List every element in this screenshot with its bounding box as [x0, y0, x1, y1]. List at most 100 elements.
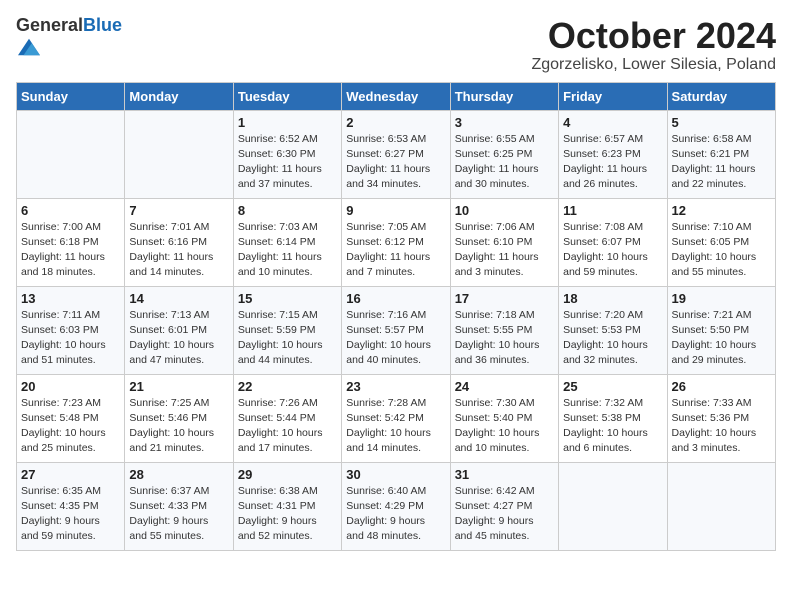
day-number: 8	[238, 203, 337, 218]
calendar-cell: 10Sunrise: 7:06 AM Sunset: 6:10 PM Dayli…	[450, 198, 558, 286]
calendar-cell: 26 Sunrise: 7:33 AM Sunset: 5:36 PM Dayli…	[667, 374, 775, 462]
day-number: 17	[455, 291, 554, 306]
calendar-cell: 30 Sunrise: 6:40 AM Sunset: 4:29 PM Dayli…	[342, 462, 450, 550]
day-number: 23	[346, 379, 445, 394]
day-detail: Sunrise: 7:30 AM Sunset: 5:40 PM Dayligh…	[455, 396, 554, 457]
calendar-cell: 27Sunrise: 6:35 AM Sunset: 4:35 PM Dayli…	[17, 462, 125, 550]
day-detail: Sunrise: 6:35 AM Sunset: 4:35 PM Dayligh…	[21, 484, 120, 545]
day-detail: Sunrise: 7:25 AM Sunset: 5:46 PM Dayligh…	[129, 396, 228, 457]
day-number: 19	[672, 291, 771, 306]
calendar-cell: 20 Sunrise: 7:23 AM Sunset: 5:48 PM Dayli…	[17, 374, 125, 462]
calendar-cell: 21 Sunrise: 7:25 AM Sunset: 5:46 PM Dayli…	[125, 374, 233, 462]
day-detail: Sunrise: 7:06 AM Sunset: 6:10 PM Dayligh…	[455, 220, 554, 281]
calendar-cell	[125, 110, 233, 198]
day-detail: Sunrise: 7:13 AM Sunset: 6:01 PM Dayligh…	[129, 308, 228, 369]
day-detail: Sunrise: 7:05 AM Sunset: 6:12 PM Dayligh…	[346, 220, 445, 281]
day-number: 4	[563, 115, 662, 130]
day-detail: Sunrise: 7:18 AM Sunset: 5:55 PM Dayligh…	[455, 308, 554, 369]
calendar-cell: 11 Sunrise: 7:08 AM Sunset: 6:07 PM Dayli…	[559, 198, 667, 286]
header-row: SundayMondayTuesdayWednesdayThursdayFrid…	[17, 82, 776, 110]
day-number: 7	[129, 203, 228, 218]
day-detail: Sunrise: 7:32 AM Sunset: 5:38 PM Dayligh…	[563, 396, 662, 457]
calendar-cell: 25 Sunrise: 7:32 AM Sunset: 5:38 PM Dayli…	[559, 374, 667, 462]
day-detail: Sunrise: 6:53 AM Sunset: 6:27 PM Dayligh…	[346, 132, 445, 193]
calendar-cell: 8 Sunrise: 7:03 AM Sunset: 6:14 PM Daylig…	[233, 198, 341, 286]
day-detail: Sunrise: 7:26 AM Sunset: 5:44 PM Dayligh…	[238, 396, 337, 457]
logo: GeneralBlue	[16, 16, 122, 63]
calendar-cell: 28Sunrise: 6:37 AM Sunset: 4:33 PM Dayli…	[125, 462, 233, 550]
day-number: 12	[672, 203, 771, 218]
day-detail: Sunrise: 7:15 AM Sunset: 5:59 PM Dayligh…	[238, 308, 337, 369]
calendar-header: SundayMondayTuesdayWednesdayThursdayFrid…	[17, 82, 776, 110]
day-detail: Sunrise: 6:38 AM Sunset: 4:31 PM Dayligh…	[238, 484, 337, 545]
day-detail: Sunrise: 6:55 AM Sunset: 6:25 PM Dayligh…	[455, 132, 554, 193]
day-detail: Sunrise: 6:57 AM Sunset: 6:23 PM Dayligh…	[563, 132, 662, 193]
calendar-cell: 2Sunrise: 6:53 AM Sunset: 6:27 PM Daylig…	[342, 110, 450, 198]
day-detail: Sunrise: 7:23 AM Sunset: 5:48 PM Dayligh…	[21, 396, 120, 457]
day-detail: Sunrise: 7:03 AM Sunset: 6:14 PM Dayligh…	[238, 220, 337, 281]
header-day-friday: Friday	[559, 82, 667, 110]
day-detail: Sunrise: 6:42 AM Sunset: 4:27 PM Dayligh…	[455, 484, 554, 545]
calendar-table: SundayMondayTuesdayWednesdayThursdayFrid…	[16, 82, 776, 551]
day-detail: Sunrise: 7:10 AM Sunset: 6:05 PM Dayligh…	[672, 220, 771, 281]
page-subtitle: Zgorzelisko, Lower Silesia, Poland	[531, 56, 776, 74]
calendar-cell: 19 Sunrise: 7:21 AM Sunset: 5:50 PM Dayli…	[667, 286, 775, 374]
logo-icon	[18, 36, 40, 58]
day-detail: Sunrise: 7:00 AM Sunset: 6:18 PM Dayligh…	[21, 220, 120, 281]
page-header: GeneralBlue October 2024 Zgorzelisko, Lo…	[16, 16, 776, 74]
day-number: 24	[455, 379, 554, 394]
day-detail: Sunrise: 7:20 AM Sunset: 5:53 PM Dayligh…	[563, 308, 662, 369]
logo-general-text: General	[16, 15, 83, 35]
day-number: 13	[21, 291, 120, 306]
calendar-cell: 7 Sunrise: 7:01 AM Sunset: 6:16 PM Daylig…	[125, 198, 233, 286]
page-title: October 2024	[531, 16, 776, 56]
day-number: 20	[21, 379, 120, 394]
day-number: 30	[346, 467, 445, 482]
day-detail: Sunrise: 6:58 AM Sunset: 6:21 PM Dayligh…	[672, 132, 771, 193]
day-detail: Sunrise: 7:11 AM Sunset: 6:03 PM Dayligh…	[21, 308, 120, 369]
header-day-sunday: Sunday	[17, 82, 125, 110]
calendar-cell: 31 Sunrise: 6:42 AM Sunset: 4:27 PM Dayli…	[450, 462, 558, 550]
header-day-wednesday: Wednesday	[342, 82, 450, 110]
calendar-cell: 1Sunrise: 6:52 AM Sunset: 6:30 PM Daylig…	[233, 110, 341, 198]
day-number: 26	[672, 379, 771, 394]
day-number: 21	[129, 379, 228, 394]
day-number: 14	[129, 291, 228, 306]
calendar-cell: 24 Sunrise: 7:30 AM Sunset: 5:40 PM Dayli…	[450, 374, 558, 462]
calendar-cell: 13 Sunrise: 7:11 AM Sunset: 6:03 PM Dayli…	[17, 286, 125, 374]
week-row-1: 1Sunrise: 6:52 AM Sunset: 6:30 PM Daylig…	[17, 110, 776, 198]
day-detail: Sunrise: 7:33 AM Sunset: 5:36 PM Dayligh…	[672, 396, 771, 457]
calendar-cell: 22 Sunrise: 7:26 AM Sunset: 5:44 PM Dayli…	[233, 374, 341, 462]
calendar-body: 1Sunrise: 6:52 AM Sunset: 6:30 PM Daylig…	[17, 110, 776, 550]
day-detail: Sunrise: 7:28 AM Sunset: 5:42 PM Dayligh…	[346, 396, 445, 457]
calendar-cell: 5Sunrise: 6:58 AM Sunset: 6:21 PM Daylig…	[667, 110, 775, 198]
calendar-cell: 18Sunrise: 7:20 AM Sunset: 5:53 PM Dayli…	[559, 286, 667, 374]
calendar-cell: 14 Sunrise: 7:13 AM Sunset: 6:01 PM Dayli…	[125, 286, 233, 374]
calendar-cell: 4 Sunrise: 6:57 AM Sunset: 6:23 PM Daylig…	[559, 110, 667, 198]
calendar-cell: 6 Sunrise: 7:00 AM Sunset: 6:18 PM Daylig…	[17, 198, 125, 286]
day-number: 15	[238, 291, 337, 306]
calendar-cell	[667, 462, 775, 550]
day-detail: Sunrise: 7:08 AM Sunset: 6:07 PM Dayligh…	[563, 220, 662, 281]
week-row-4: 20 Sunrise: 7:23 AM Sunset: 5:48 PM Dayli…	[17, 374, 776, 462]
day-number: 29	[238, 467, 337, 482]
day-number: 9	[346, 203, 445, 218]
day-detail: Sunrise: 7:01 AM Sunset: 6:16 PM Dayligh…	[129, 220, 228, 281]
day-number: 3	[455, 115, 554, 130]
day-number: 22	[238, 379, 337, 394]
title-block: October 2024 Zgorzelisko, Lower Silesia,…	[531, 16, 776, 74]
day-detail: Sunrise: 6:40 AM Sunset: 4:29 PM Dayligh…	[346, 484, 445, 545]
day-number: 11	[563, 203, 662, 218]
header-day-monday: Monday	[125, 82, 233, 110]
day-number: 25	[563, 379, 662, 394]
calendar-cell: 15 Sunrise: 7:15 AM Sunset: 5:59 PM Dayli…	[233, 286, 341, 374]
day-number: 6	[21, 203, 120, 218]
calendar-cell: 23 Sunrise: 7:28 AM Sunset: 5:42 PM Dayli…	[342, 374, 450, 462]
calendar-cell: 12 Sunrise: 7:10 AM Sunset: 6:05 PM Dayli…	[667, 198, 775, 286]
day-detail: Sunrise: 6:52 AM Sunset: 6:30 PM Dayligh…	[238, 132, 337, 193]
day-number: 16	[346, 291, 445, 306]
day-number: 31	[455, 467, 554, 482]
day-detail: Sunrise: 7:21 AM Sunset: 5:50 PM Dayligh…	[672, 308, 771, 369]
calendar-cell	[559, 462, 667, 550]
header-day-thursday: Thursday	[450, 82, 558, 110]
